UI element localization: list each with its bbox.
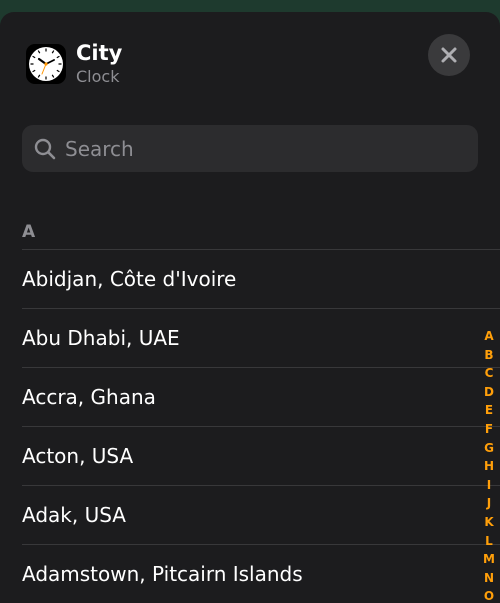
index-letter[interactable]: F [485, 420, 493, 439]
index-letter[interactable]: D [484, 383, 494, 402]
close-button[interactable] [428, 34, 470, 76]
city-label: Accra, Ghana [22, 385, 156, 409]
index-letter[interactable]: I [487, 476, 491, 495]
city-label: Adamstown, Pitcairn Islands [22, 562, 303, 586]
close-icon [441, 47, 457, 63]
list-item[interactable]: Abidjan, Côte d'Ivoire [22, 249, 500, 308]
city-label: Abidjan, Côte d'Ivoire [22, 267, 237, 291]
list-item[interactable]: Acton, USA [22, 426, 500, 485]
city-label: Adak, USA [22, 503, 126, 527]
page-subtitle: Clock [76, 67, 120, 87]
city-label: Acton, USA [22, 444, 134, 468]
clock-icon [26, 43, 66, 84]
alphabet-index[interactable]: A B C D E F G H I J K L M N O [478, 327, 500, 603]
search-icon [33, 137, 57, 161]
index-letter[interactable]: N [484, 569, 494, 588]
city-picker-sheet: City Clock A Abidjan, Côte d'Ivoire Abu … [0, 12, 500, 603]
index-letter[interactable]: K [484, 513, 493, 532]
index-letter[interactable]: L [485, 532, 493, 551]
city-list: Abidjan, Côte d'Ivoire Abu Dhabi, UAE Ac… [22, 249, 500, 603]
index-letter[interactable]: H [484, 457, 494, 476]
list-item[interactable]: Adak, USA [22, 485, 500, 544]
list-item[interactable]: Adamstown, Pitcairn Islands [22, 544, 500, 603]
search-input[interactable] [65, 136, 478, 161]
index-letter[interactable]: A [484, 327, 493, 346]
index-letter[interactable]: O [484, 587, 494, 603]
index-letter[interactable]: E [485, 401, 493, 420]
index-letter[interactable]: C [485, 364, 494, 383]
title-block: City Clock [76, 41, 123, 87]
list-item[interactable]: Abu Dhabi, UAE [22, 308, 500, 367]
index-letter[interactable]: G [484, 439, 494, 458]
index-letter[interactable]: J [487, 494, 491, 513]
page-title: City [76, 41, 123, 65]
header: City Clock [26, 41, 123, 87]
search-field[interactable] [22, 125, 478, 172]
index-letter[interactable]: B [484, 346, 493, 365]
section-header: A [22, 222, 36, 242]
list-item[interactable]: Accra, Ghana [22, 367, 500, 426]
index-letter[interactable]: M [483, 550, 495, 569]
city-label: Abu Dhabi, UAE [22, 326, 180, 350]
